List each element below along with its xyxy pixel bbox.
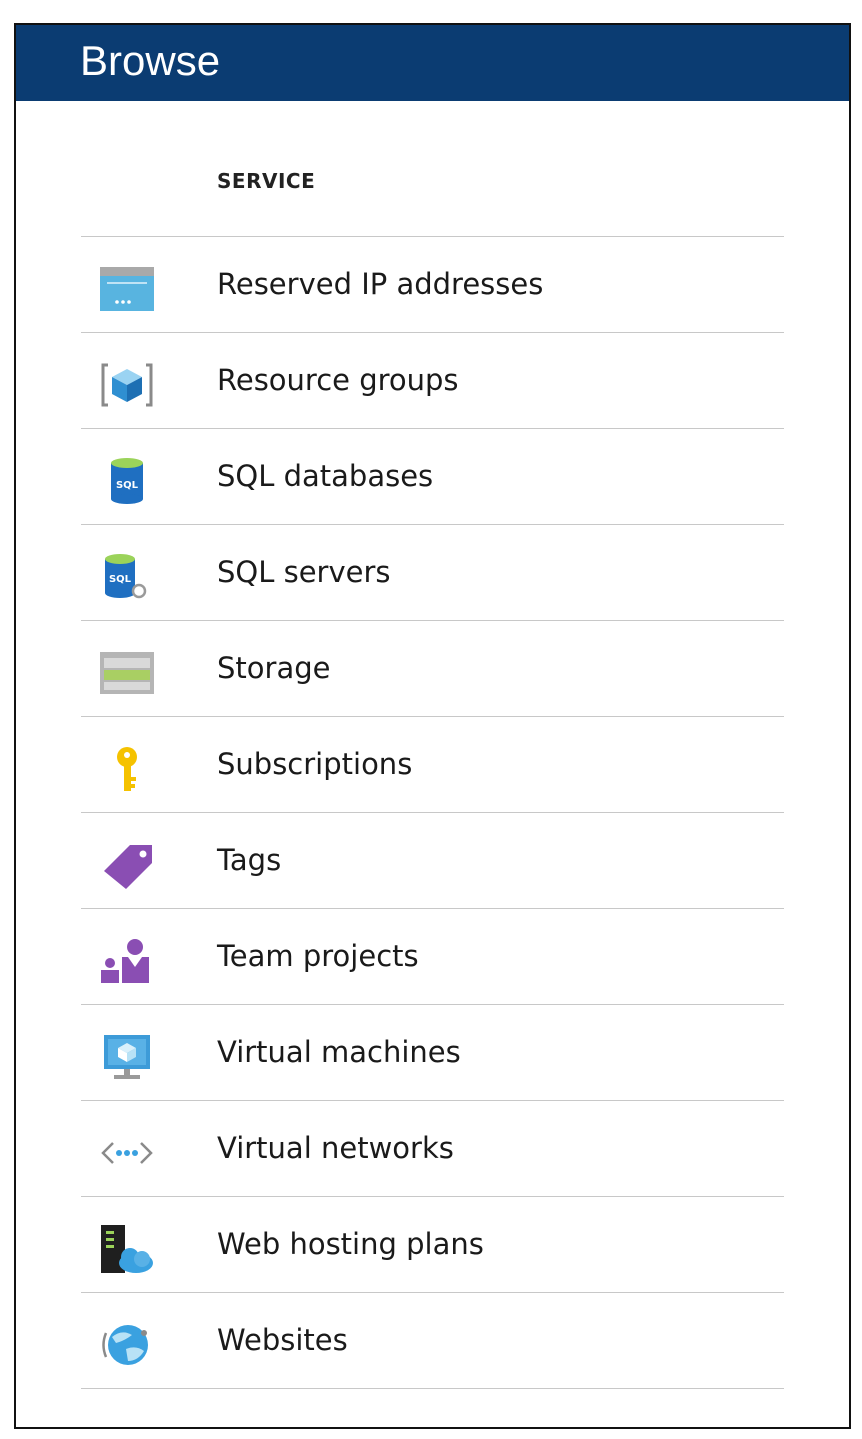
service-label: Storage	[217, 651, 331, 685]
reserved-ip-icon	[98, 265, 156, 313]
service-label: Virtual networks	[217, 1131, 454, 1165]
service-label: Web hosting plans	[217, 1227, 484, 1261]
service-label: SQL databases	[217, 459, 434, 493]
team-icon	[98, 937, 156, 985]
service-item-resource-groups[interactable]: Resource groups	[81, 333, 784, 429]
blade-header: Browse	[16, 25, 849, 101]
service-item-storage[interactable]: Storage	[81, 621, 784, 717]
key-icon	[98, 745, 156, 793]
service-item-reserved-ip-addresses[interactable]: Reserved IP addresses	[81, 237, 784, 333]
website-globe-icon	[98, 1321, 156, 1369]
service-item-tags[interactable]: Tags	[81, 813, 784, 909]
web-hosting-plan-icon	[98, 1225, 156, 1273]
service-item-websites[interactable]: Websites	[81, 1293, 784, 1389]
service-column-header: SERVICE	[217, 169, 316, 193]
tag-icon	[98, 841, 156, 889]
service-list: Reserved IP addresses Resource groups SQ…	[81, 236, 784, 1389]
service-item-sql-databases[interactable]: SQL SQL databases	[81, 429, 784, 525]
service-item-team-projects[interactable]: Team projects	[81, 909, 784, 1005]
virtual-network-icon	[98, 1129, 156, 1177]
resource-group-icon	[98, 361, 156, 409]
sql-database-icon: SQL	[98, 457, 156, 505]
service-label: Websites	[217, 1323, 348, 1357]
service-label: Tags	[217, 843, 282, 877]
service-label: Resource groups	[217, 363, 459, 397]
storage-icon	[98, 649, 156, 697]
svg-text:SQL: SQL	[116, 480, 139, 491]
blade-title: Browse	[80, 37, 221, 84]
browse-blade: Browse SERVICE Reserved IP addresses Res…	[14, 23, 851, 1429]
svg-text:SQL: SQL	[109, 574, 132, 585]
service-item-subscriptions[interactable]: Subscriptions	[81, 717, 784, 813]
service-label: SQL servers	[217, 555, 391, 589]
service-item-virtual-machines[interactable]: Virtual machines	[81, 1005, 784, 1101]
service-item-virtual-networks[interactable]: Virtual networks	[81, 1101, 784, 1197]
service-label: Reserved IP addresses	[217, 267, 544, 301]
service-item-web-hosting-plans[interactable]: Web hosting plans	[81, 1197, 784, 1293]
service-label: Team projects	[217, 939, 419, 973]
virtual-machine-icon	[98, 1033, 156, 1081]
sql-server-icon: SQL	[98, 553, 156, 601]
service-item-sql-servers[interactable]: SQL SQL servers	[81, 525, 784, 621]
service-label: Virtual machines	[217, 1035, 461, 1069]
service-label: Subscriptions	[217, 747, 413, 781]
